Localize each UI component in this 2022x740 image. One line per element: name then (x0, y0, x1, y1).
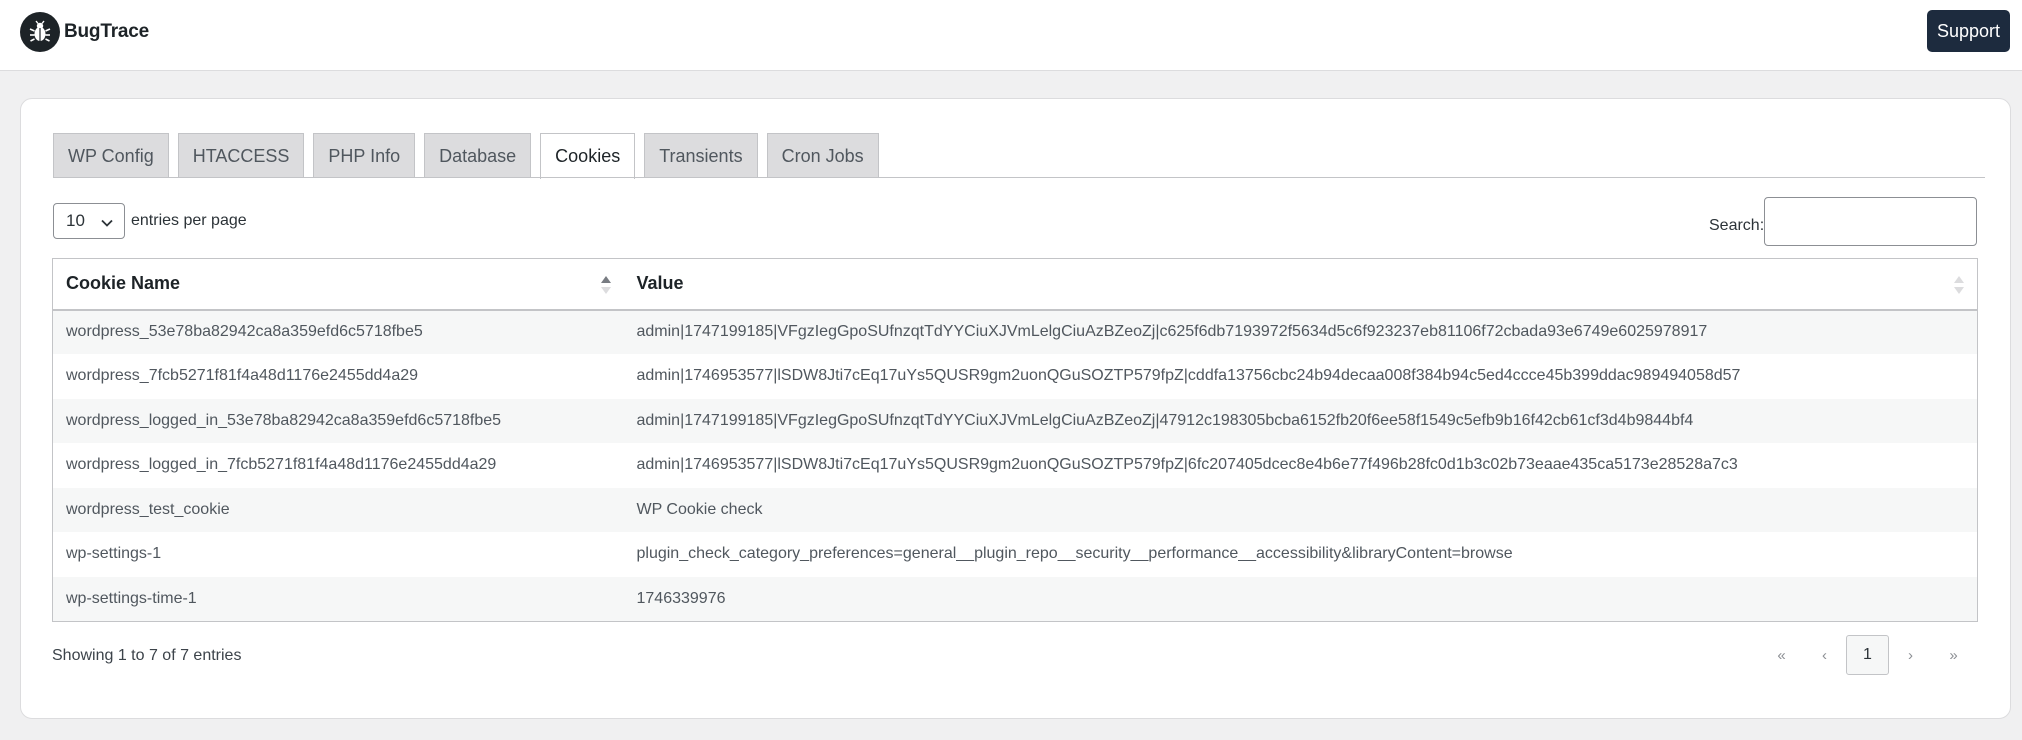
sort-icon (1953, 275, 1965, 300)
previous-page-button[interactable]: ‹ (1803, 635, 1846, 675)
tab-cookies[interactable]: Cookies (540, 133, 636, 179)
cookie-value-cell: 1746339976 (623, 576, 1978, 622)
entries-info: Showing 1 to 7 of 7 entries (52, 647, 242, 664)
chevron-down-icon (100, 215, 114, 235)
last-page-button[interactable]: » (1932, 635, 1975, 675)
page-length-label: entries per page (131, 212, 247, 229)
tabs-divider (53, 177, 1985, 178)
cookie-name-cell: wp-settings-1 (52, 532, 624, 577)
column-header-cookie-name[interactable]: Cookie Name (52, 258, 624, 311)
table-row: wordpress_53e78ba82942ca8a359efd6c5718fb… (52, 309, 1978, 354)
cookie-value-cell: WP Cookie check (623, 487, 1978, 532)
tab-database[interactable]: Database (424, 133, 532, 178)
tab-htaccess[interactable]: HTACCESS (177, 133, 305, 178)
first-page-button[interactable]: « (1760, 635, 1803, 675)
sort-ascending-icon (600, 275, 612, 300)
cookie-value-cell: admin|1747199185|VFgzIegGpoSUfnzqtTdYYCi… (623, 398, 1978, 443)
tab-php-info[interactable]: PHP Info (313, 133, 416, 178)
cookie-name-cell: wordpress_test_cookie (52, 487, 624, 532)
cookie-name-cell: wp-settings-time-1 (52, 576, 624, 622)
page-length-value: 10 (66, 211, 85, 230)
next-page-button[interactable]: › (1889, 635, 1932, 675)
search-label: Search: (1709, 217, 1765, 234)
cookie-value-cell: admin|1747199185|VFgzIegGpoSUfnzqtTdYYCi… (623, 309, 1978, 354)
tab-transients[interactable]: Transients (644, 133, 758, 178)
cookie-value-cell: admin|1746953577|lSDW8Jti7cEq17uYs5QUSR9… (623, 354, 1978, 399)
cookie-name-cell: wordpress_logged_in_53e78ba82942ca8a359e… (52, 398, 624, 443)
top-bar: BugTrace Support (0, 0, 2022, 71)
support-button[interactable]: Support (1927, 10, 2010, 52)
pagination: « ‹ 1 › » (1760, 635, 1975, 675)
column-header-value[interactable]: Value (623, 258, 1978, 311)
app-name: BugTrace (64, 21, 149, 42)
table-row: wordpress_logged_in_7fcb5271f81f4a48d117… (52, 443, 1978, 488)
cookie-name-cell: wordpress_logged_in_7fcb5271f81f4a48d117… (52, 443, 624, 488)
brand[interactable]: BugTrace (20, 12, 149, 52)
page-1-button[interactable]: 1 (1846, 635, 1889, 675)
tab-cron-jobs[interactable]: Cron Jobs (766, 133, 879, 178)
bug-icon (20, 12, 60, 52)
table-row: wordpress_7fcb5271f81f4a48d1176e2455dd4a… (52, 354, 1978, 399)
tab-bar: WP Config HTACCESS PHP Info Database Coo… (53, 133, 888, 179)
cookie-value-cell: admin|1746953577|lSDW8Jti7cEq17uYs5QUSR9… (623, 443, 1978, 488)
cookies-table: Cookie Name Value wordpress_53e78ba82942… (52, 258, 1978, 622)
table-row: wp-settings-time-1 1746339976 (52, 576, 1978, 622)
cookie-value-cell: plugin_check_category_preferences=genera… (623, 532, 1978, 577)
table-row: wordpress_test_cookie WP Cookie check (52, 487, 1978, 532)
cookie-name-cell: wordpress_7fcb5271f81f4a48d1176e2455dd4a… (52, 354, 624, 399)
table-row: wp-settings-1 plugin_check_category_pref… (52, 532, 1978, 577)
table-row: wordpress_logged_in_53e78ba82942ca8a359e… (52, 398, 1978, 443)
table-header-row: Cookie Name Value (52, 258, 1978, 311)
page-length-select[interactable]: 10 (53, 203, 125, 239)
tab-wp-config[interactable]: WP Config (53, 133, 169, 178)
search-input[interactable] (1764, 197, 1977, 246)
cookie-name-cell: wordpress_53e78ba82942ca8a359efd6c5718fb… (52, 309, 624, 354)
